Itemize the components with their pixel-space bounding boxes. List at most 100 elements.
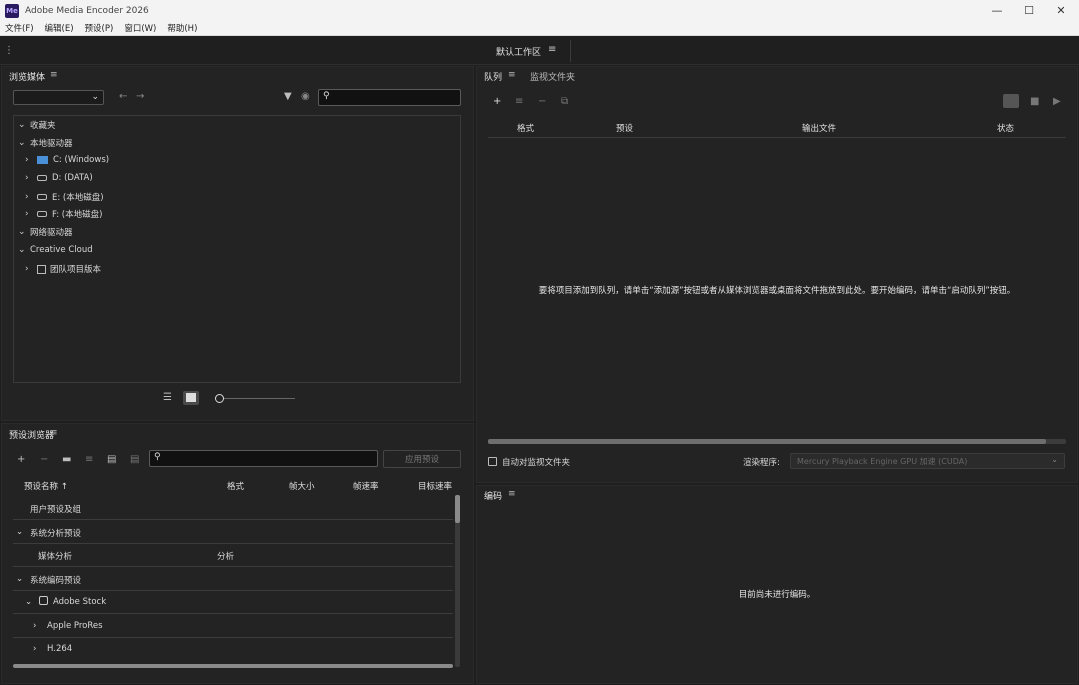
chevron-down-icon[interactable]: ⌄ bbox=[18, 120, 30, 130]
chevron-right-icon[interactable]: › bbox=[25, 173, 37, 183]
app-logo-icon: Me bbox=[5, 3, 19, 18]
icon-view-button[interactable] bbox=[183, 391, 199, 405]
windows-drive-icon bbox=[37, 156, 48, 164]
drive-icon bbox=[37, 175, 47, 181]
maximize-button[interactable]: ☐ bbox=[1012, 0, 1046, 21]
encoding-menu-icon[interactable]: ≡ bbox=[508, 489, 516, 499]
export-preset-icon[interactable]: ▤ bbox=[130, 454, 139, 465]
encoder-toggle-button[interactable] bbox=[1003, 94, 1019, 108]
auto-encode-checkbox[interactable] bbox=[488, 457, 497, 466]
chevron-right-icon[interactable]: › bbox=[25, 192, 37, 202]
queue-column-format[interactable]: 格式 bbox=[517, 122, 534, 134]
tree-item-creative-cloud[interactable]: ⌄ Creative Cloud bbox=[18, 245, 93, 255]
workspace-tab[interactable]: 默认工作区 bbox=[496, 45, 541, 58]
menu-help[interactable]: 帮助(H) bbox=[167, 22, 197, 34]
preset-browser-title[interactable]: 预设浏览器 bbox=[9, 428, 54, 441]
preset-row[interactable]: 用户预设及组 bbox=[13, 497, 453, 520]
media-search-input[interactable]: ⚲ bbox=[318, 89, 461, 106]
chevron-down-icon[interactable]: ⌄ bbox=[16, 527, 23, 537]
preset-horizontal-scrollbar[interactable] bbox=[13, 664, 453, 668]
chevron-right-icon[interactable]: › bbox=[25, 209, 37, 219]
adobe-stock-icon bbox=[39, 596, 48, 605]
preset-search-input[interactable]: ⚲ bbox=[149, 450, 378, 467]
preset-vertical-scroll-thumb[interactable] bbox=[455, 495, 460, 523]
minimize-button[interactable]: — bbox=[980, 0, 1014, 21]
start-queue-icon[interactable]: ▶ bbox=[1053, 96, 1061, 107]
queue-scroll-thumb[interactable] bbox=[488, 439, 1046, 444]
close-button[interactable]: ✕ bbox=[1044, 0, 1078, 21]
menu-edit[interactable]: 编辑(E) bbox=[45, 22, 74, 34]
add-preset-icon[interactable]: + bbox=[17, 454, 25, 465]
column-frame-size[interactable]: 帧大小 bbox=[289, 480, 315, 492]
duplicate-icon[interactable]: ⧉ bbox=[561, 96, 568, 107]
grip-icon[interactable]: ⋮ bbox=[4, 45, 14, 56]
zoom-slider-track[interactable] bbox=[223, 398, 295, 399]
settings-sliders-icon[interactable]: ≡ bbox=[515, 96, 523, 107]
chevron-right-icon[interactable]: › bbox=[25, 264, 37, 274]
chevron-down-icon[interactable]: ⌄ bbox=[25, 597, 32, 607]
remove-preset-icon[interactable]: − bbox=[40, 454, 48, 465]
tab-queue[interactable]: 队列 bbox=[484, 70, 502, 83]
list-view-icon[interactable]: ☰ bbox=[163, 392, 172, 403]
renderer-select[interactable]: Mercury Playback Engine GPU 加速 (CUDA) ⌄ bbox=[790, 453, 1065, 469]
preset-row[interactable]: ⌄ 系统编码预设 bbox=[13, 568, 453, 591]
drive-icon bbox=[37, 211, 47, 217]
chevron-down-icon[interactable]: ⌄ bbox=[18, 227, 30, 237]
chevron-down-icon[interactable]: ⌄ bbox=[18, 245, 30, 255]
menu-file[interactable]: 文件(F) bbox=[5, 22, 34, 34]
tree-item-drive-d[interactable]: › D: (DATA) bbox=[25, 173, 93, 183]
eye-icon[interactable]: ◉ bbox=[301, 91, 310, 102]
preset-browser-menu-icon[interactable]: ≡ bbox=[50, 428, 58, 438]
column-preset-name[interactable]: 预设名称 ↑ bbox=[24, 480, 68, 492]
tree-item-favorites[interactable]: ⌄ 收藏夹 bbox=[18, 119, 56, 131]
tree-item-local-drives[interactable]: ⌄ 本地驱动器 bbox=[18, 137, 73, 149]
media-browser-menu-icon[interactable]: ≡ bbox=[50, 70, 58, 80]
tree-item-drive-f[interactable]: › F: (本地磁盘) bbox=[25, 208, 102, 220]
filter-icon[interactable]: ▼ bbox=[284, 91, 292, 102]
column-target-rate[interactable]: 目标速率 bbox=[418, 480, 452, 492]
preset-settings-icon[interactable]: ≡ bbox=[85, 454, 93, 465]
zoom-slider-handle[interactable] bbox=[215, 394, 224, 403]
chevron-down-icon[interactable]: ⌄ bbox=[16, 574, 23, 584]
preset-row[interactable]: 媒体分析 分析 bbox=[13, 544, 453, 567]
preset-row[interactable]: ⌄ 系统分析预设 bbox=[13, 521, 453, 544]
renderer-value: Mercury Playback Engine GPU 加速 (CUDA) bbox=[797, 457, 968, 466]
preset-row[interactable]: › H.264 bbox=[13, 638, 453, 661]
workspace-menu-icon[interactable]: ≡ bbox=[548, 44, 556, 55]
add-source-icon[interactable]: + bbox=[493, 96, 501, 107]
menu-window[interactable]: 窗口(W) bbox=[124, 22, 156, 34]
chevron-right-icon[interactable]: › bbox=[33, 621, 36, 631]
queue-menu-icon[interactable]: ≡ bbox=[508, 70, 516, 80]
stop-icon[interactable]: ■ bbox=[1030, 96, 1039, 107]
new-group-icon[interactable]: ▬ bbox=[62, 454, 71, 465]
preset-row[interactable]: › Apple ProRes bbox=[13, 615, 453, 638]
tree-item-team-projects[interactable]: › 团队项目版本 bbox=[25, 263, 101, 275]
queue-column-output[interactable]: 输出文件 bbox=[802, 122, 836, 134]
menu-preset[interactable]: 预设(P) bbox=[85, 22, 114, 34]
chevron-right-icon[interactable]: › bbox=[25, 155, 37, 165]
tree-item-drive-e[interactable]: › E: (本地磁盘) bbox=[25, 191, 104, 203]
chevron-down-icon[interactable]: ⌄ bbox=[18, 138, 30, 148]
tree-item-network-drives[interactable]: ⌄ 网络驱动器 bbox=[18, 226, 73, 238]
queue-column-preset[interactable]: 预设 bbox=[616, 122, 633, 134]
auto-encode-label: 自动对监视文件夹 bbox=[502, 458, 571, 468]
team-project-icon bbox=[37, 264, 46, 274]
media-browser-title[interactable]: 浏览媒体 bbox=[9, 70, 45, 83]
tree-item-drive-c[interactable]: › C: (Windows) bbox=[25, 155, 109, 165]
chevron-right-icon[interactable]: › bbox=[33, 644, 36, 654]
column-frame-rate[interactable]: 帧速率 bbox=[353, 480, 379, 492]
drive-icon bbox=[37, 194, 47, 200]
tab-watch-folders[interactable]: 监视文件夹 bbox=[530, 70, 575, 83]
encoding-title[interactable]: 编码 bbox=[484, 489, 502, 502]
remove-icon[interactable]: − bbox=[538, 96, 546, 107]
location-dropdown[interactable]: ⌄ bbox=[13, 90, 104, 105]
back-arrow-icon[interactable]: ← bbox=[119, 91, 127, 102]
preset-row[interactable]: ⌄ Adobe Stock bbox=[13, 591, 453, 614]
queue-column-status[interactable]: 状态 bbox=[997, 122, 1014, 134]
import-preset-icon[interactable]: ▤ bbox=[107, 454, 116, 465]
apply-preset-button[interactable]: 应用预设 bbox=[383, 450, 461, 468]
chevron-down-icon: ⌄ bbox=[91, 92, 99, 102]
column-format[interactable]: 格式 bbox=[227, 480, 244, 492]
divider bbox=[570, 40, 571, 62]
forward-arrow-icon[interactable]: → bbox=[136, 91, 144, 102]
